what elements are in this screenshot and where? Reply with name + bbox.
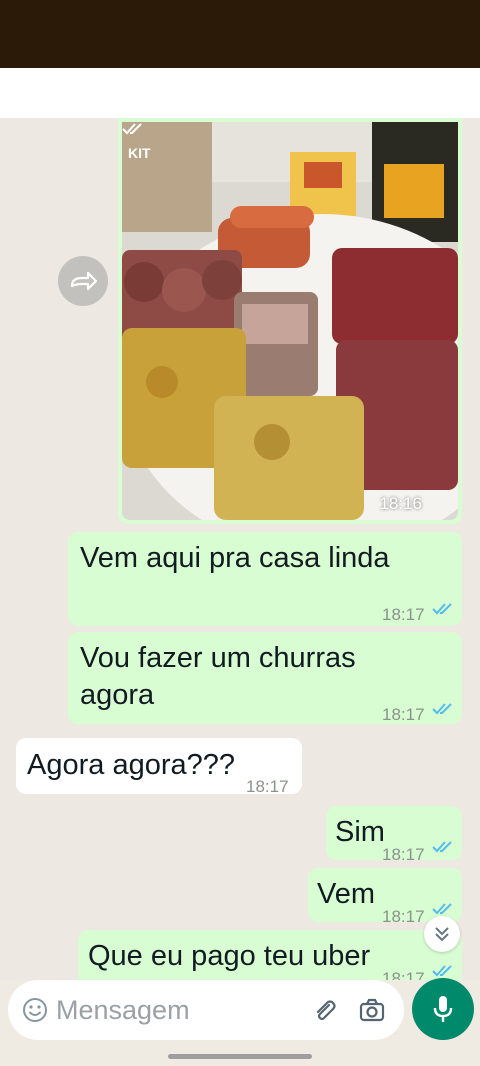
message-time: 18:17 (382, 605, 425, 624)
svg-text:KIT: KIT (128, 145, 151, 161)
camera-icon[interactable] (358, 996, 386, 1024)
message-text: Sim (335, 816, 385, 848)
message-bubble-out[interactable]: Que eu pago teu uber 18:17 (78, 930, 462, 980)
emoji-icon[interactable] (22, 997, 48, 1023)
message-text: Vou fazer um churras (80, 642, 356, 674)
message-text: Que eu pago teu uber (88, 940, 371, 972)
status-bar (0, 0, 480, 68)
message-time: 18:17 (382, 969, 425, 980)
forward-button[interactable] (58, 256, 108, 306)
home-indicator[interactable] (168, 1054, 312, 1059)
message-text: Agora agora??? (27, 749, 235, 781)
message-bubble-out[interactable]: Vem 18:17 (308, 868, 462, 926)
image-message[interactable]: KIT 18:16 (118, 118, 462, 524)
message-text: Vem aqui pra casa linda (80, 542, 390, 574)
message-bubble-out[interactable]: Sim 18:17 (326, 806, 462, 864)
paperclip-icon[interactable] (310, 996, 338, 1024)
message-text: Vem (317, 878, 376, 910)
chat-header (0, 68, 480, 118)
double-check-icon (122, 123, 142, 135)
navigation-bar (0, 1046, 480, 1066)
double-check-icon (432, 603, 452, 615)
double-check-icon (432, 903, 452, 915)
message-time: 18:17 (246, 777, 289, 796)
double-check-icon (432, 841, 452, 853)
forward-icon (70, 271, 98, 291)
message-bubble-in[interactable]: Agora agora??? 18:17 (16, 738, 302, 796)
double-check-icon (432, 965, 452, 977)
message-composer (8, 980, 404, 1040)
mic-icon (433, 996, 453, 1022)
message-text-line2: agora (80, 679, 155, 711)
message-bubble-out[interactable]: Vou fazer um churras agora 18:17 (68, 632, 462, 724)
chat-area[interactable]: KIT 18:16 Vem aqui pra casa linda 18:17 … (0, 118, 480, 980)
voice-message-button[interactable] (412, 978, 474, 1040)
scroll-to-bottom-button[interactable] (424, 916, 460, 952)
image-timestamp: 18:16 (379, 494, 422, 513)
double-check-icon (432, 703, 452, 715)
double-chevron-down-icon (435, 927, 449, 942)
message-time: 18:17 (382, 705, 425, 724)
bbq-meat-photo[interactable]: KIT 18:16 (122, 122, 458, 520)
message-bubble-out[interactable]: Vem aqui pra casa linda 18:17 (68, 532, 462, 626)
message-input[interactable] (56, 990, 296, 1030)
